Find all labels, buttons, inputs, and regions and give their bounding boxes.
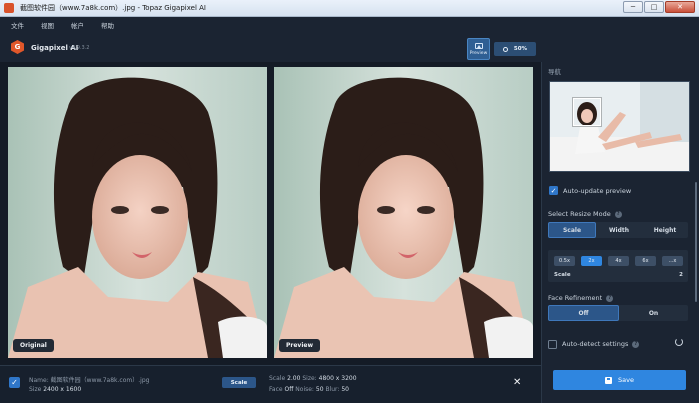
face-value: Off	[284, 386, 294, 393]
output-meta-row: Scale 2.00 Size: 4800 x 3200	[269, 375, 357, 382]
resize-mode-scale[interactable]: Scale	[548, 222, 596, 238]
menu-bar: 文件 视图 帐户 帮助	[0, 17, 699, 33]
help-icon[interactable]: ?	[614, 210, 622, 218]
original-label: Original	[13, 339, 54, 352]
resize-mode-height[interactable]: Height	[642, 222, 688, 238]
navigator-viewport-box[interactable]	[573, 98, 601, 126]
original-pane[interactable]: Original	[8, 67, 267, 358]
navigator-title: 导航	[548, 68, 561, 76]
scale-label: Scale	[554, 272, 571, 278]
app-icon	[4, 3, 14, 13]
auto-update-toggle[interactable]: ✓ Auto-update preview	[549, 186, 631, 195]
save-icon	[605, 376, 613, 384]
scale-options-box: 0.5x 2x 4x 6x ...x Scale 2	[548, 250, 688, 282]
image-icon	[474, 42, 483, 49]
menu-view[interactable]: 视图	[41, 20, 54, 30]
refresh-icon[interactable]	[675, 338, 683, 346]
gigapixel-logo: G	[11, 40, 24, 54]
file-name-value: 截图软件园（www.7a8k.com）.jpg	[50, 377, 150, 384]
help-icon[interactable]: ?	[632, 340, 640, 348]
settings-meta-row: Face Off Noise: 50 Blur: 50	[269, 386, 349, 393]
face-refinement-on[interactable]: On	[619, 305, 688, 321]
scale-mode-chip: Scale	[222, 377, 256, 388]
window-title-bar: 截图软件园（www.7a8k.com）.jpg - Topaz Gigapixe…	[0, 0, 699, 17]
face-refinement-title: Face Refinement ?	[548, 294, 614, 302]
face-refinement-selector: Off On	[548, 305, 688, 321]
help-icon[interactable]: ?	[606, 294, 614, 302]
output-size-value: 4800 x 3200	[318, 375, 357, 382]
auto-detect-toggle[interactable]: Auto-detect settings ?	[548, 337, 688, 351]
navigator-photo	[550, 82, 689, 171]
scale-value: 2	[679, 272, 683, 278]
auto-update-checkbox[interactable]: ✓	[549, 186, 558, 195]
remove-file-icon[interactable]: ✕	[513, 377, 521, 388]
maximize-button[interactable]: □	[644, 1, 664, 13]
scale-options: 0.5x 2x 4x 6x ...x	[554, 256, 689, 266]
magnifier-icon	[502, 46, 508, 52]
navigator-thumbnail[interactable]	[549, 81, 690, 172]
app-header: G Gigapixel AI v4.9.3.2 Preview 50%	[0, 33, 699, 62]
resize-mode-selector: Scale Width Height	[548, 222, 688, 238]
save-label: Save	[618, 376, 634, 384]
auto-update-label: Auto-update preview	[563, 186, 632, 195]
zoom-level: 50%	[513, 46, 528, 52]
preview-pane[interactable]: Preview	[274, 67, 533, 358]
minimize-button[interactable]: ─	[623, 1, 643, 13]
resize-mode-title: Select Resize Mode ?	[548, 210, 622, 218]
scale-option-6x[interactable]: 6x	[635, 256, 656, 266]
auto-detect-checkbox[interactable]	[548, 339, 557, 349]
scale-option-2x[interactable]: 2x	[581, 256, 602, 266]
original-photo	[8, 67, 267, 358]
file-size-value: 2400 x 1600	[43, 386, 82, 393]
window-title: 截图软件园（www.7a8k.com）.jpg - Topaz Gigapixe…	[20, 4, 206, 12]
image-viewer: Original Preview	[0, 62, 541, 365]
zoom-button[interactable]: 50%	[494, 42, 536, 56]
menu-help[interactable]: 帮助	[101, 20, 114, 30]
auto-detect-label: Auto-detect settings	[562, 340, 629, 348]
menu-file[interactable]: 文件	[11, 20, 24, 30]
output-scale-value: 2.00	[287, 375, 301, 382]
scale-option-custom[interactable]: ...x	[662, 256, 683, 266]
noise-value: 50	[315, 386, 324, 393]
preview-photo	[274, 67, 533, 358]
file-name-row: Name: 截图软件园（www.7a8k.com）.jpg	[29, 377, 150, 384]
preview-toggle-label: Preview	[469, 50, 488, 56]
file-size-row: Size 2400 x 1600	[29, 386, 82, 393]
window-controls: ─ □ ✕	[622, 1, 695, 13]
resize-mode-width[interactable]: Width	[596, 222, 642, 238]
face-refinement-off[interactable]: Off	[548, 305, 619, 321]
app-version: v4.9.3.2	[69, 45, 90, 51]
scale-option-0-5x[interactable]: 0.5x	[554, 256, 575, 266]
panel-scrollbar[interactable]	[695, 182, 697, 302]
close-window-button[interactable]: ✕	[665, 1, 695, 13]
blur-value: 50	[341, 386, 349, 393]
scale-option-4x[interactable]: 4x	[608, 256, 629, 266]
menu-account[interactable]: 帐户	[71, 20, 84, 30]
save-button[interactable]: Save	[553, 370, 686, 390]
file-checkbox[interactable]: ✓	[9, 377, 20, 388]
preview-toggle-button[interactable]: Preview	[467, 38, 490, 60]
settings-panel: 导航 ✓ Auto-update preview Select Resize M…	[541, 62, 699, 403]
preview-label: Preview	[279, 339, 321, 352]
file-bar: ✓ Name: 截图软件园（www.7a8k.com）.jpg Size 240…	[0, 365, 541, 403]
